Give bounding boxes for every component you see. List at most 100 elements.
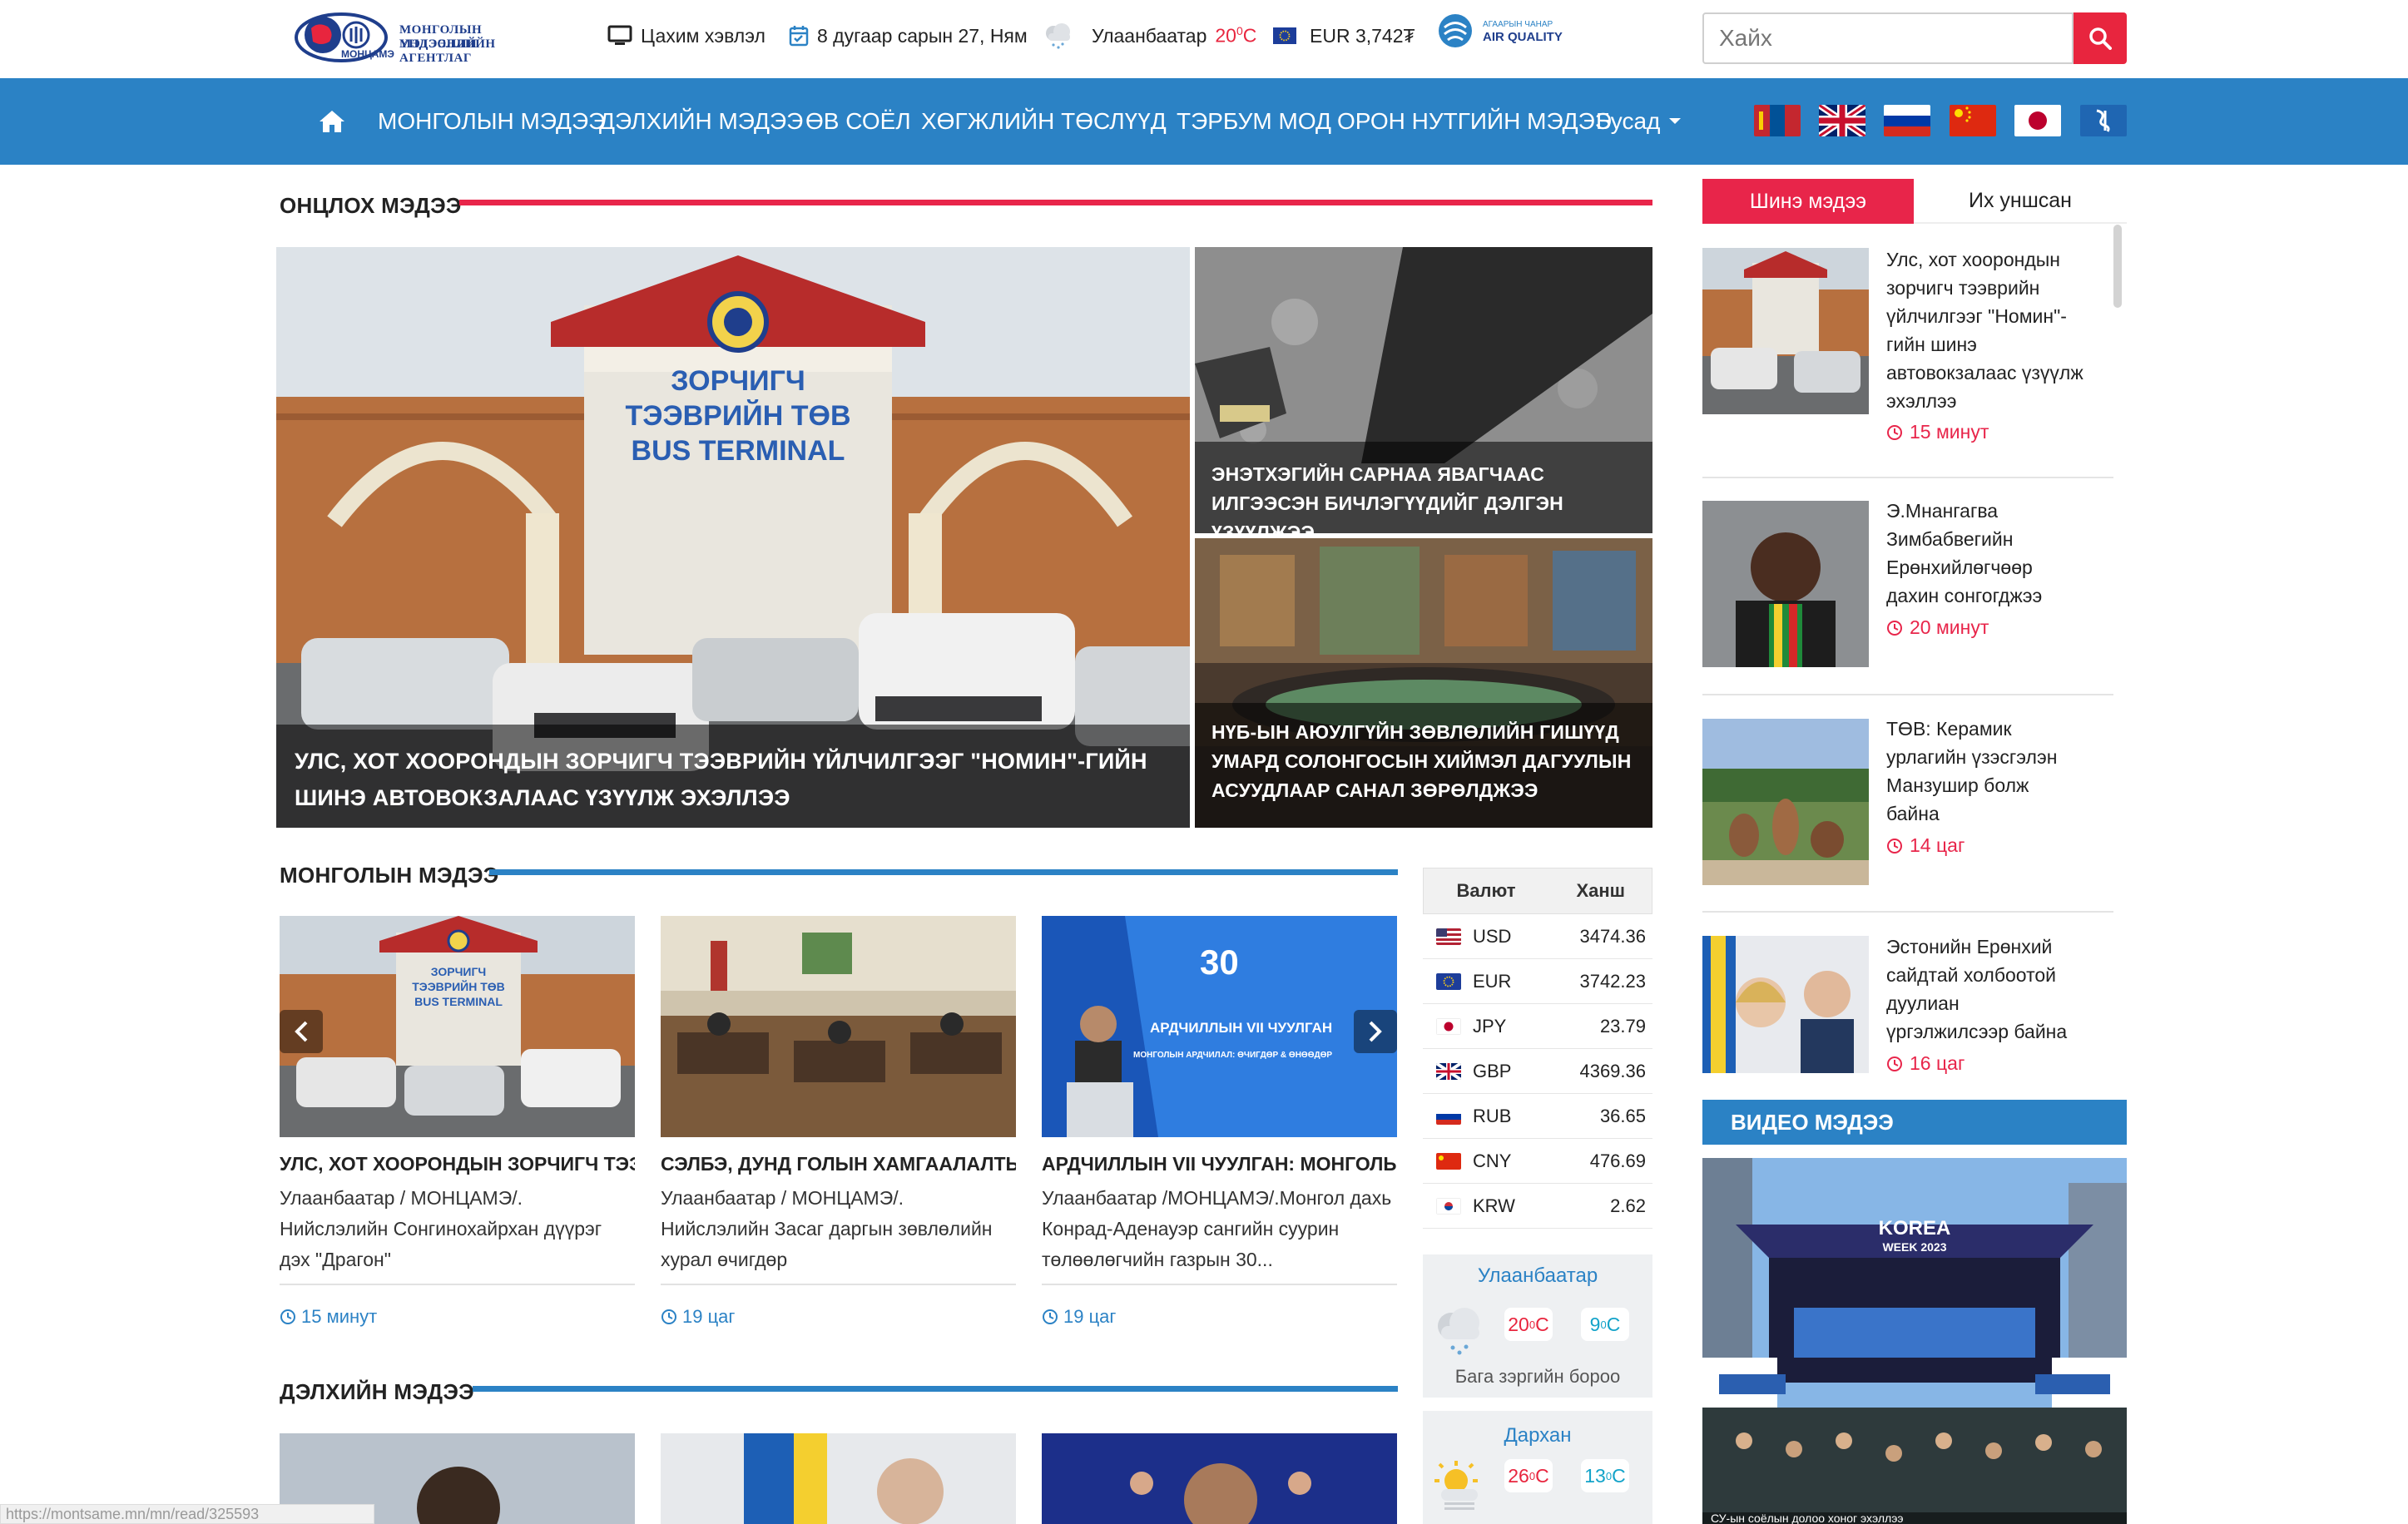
- lang-chinese-flag[interactable]: [1950, 105, 1996, 136]
- news-card-time-label: 19 цаг: [682, 1306, 736, 1327]
- video-news-header[interactable]: ВИДЕО МЭДЭЭ: [1702, 1100, 2127, 1145]
- epaper-link[interactable]: Цахим хэвлэл: [607, 22, 766, 50]
- nav-home[interactable]: [318, 78, 346, 165]
- nav-world-news[interactable]: ДЭЛХИЙН МЭДЭЭ: [599, 78, 803, 165]
- lang-mongol-script-flag[interactable]: [2080, 105, 2127, 136]
- news-card-title[interactable]: УЛС, ХОТ ХООРОНДЫН ЗОРЧИГЧ ТЭЭВРИЙН ҮЙЛЧ…: [280, 1153, 635, 1175]
- nav-local-news[interactable]: ОРОН НУТГИЙН МЭДЭЭ: [1337, 78, 1612, 165]
- nav-development-projects[interactable]: ХӨГЖЛИЙН ТӨСЛҮҮД: [921, 78, 1167, 165]
- democracy-conference-thumbnail: 30 АРДЧИЛЛЫН VII ЧУУЛГАН МОНГОЛЫН АРДЧИЛ…: [1042, 916, 1397, 1137]
- featured-side-caption-2[interactable]: НҮБ-ЫН АЮУЛГҮЙН ЗӨВЛӨЛИЙН ГИШҮҮД УМАРД С…: [1195, 703, 1652, 828]
- currency-rate: 3474.36: [1579, 925, 1646, 947]
- tab-most-read[interactable]: Их уншсан: [1914, 179, 2127, 224]
- news-card-title[interactable]: СЭЛБЭ, ДУНД ГОЛЫН ХАМГААЛАЛТЫН БҮСЭД: [661, 1153, 1016, 1175]
- nav-more-dropdown[interactable]: Бусад: [1596, 78, 1682, 165]
- lang-mongolian-flag[interactable]: [1754, 105, 1801, 136]
- eu-flag-icon: [1436, 972, 1461, 990]
- banner-conference-subtitle: МОНГОЛЫН АРДЧИЛАЛ: ӨЧИГДӨР & ӨНӨӨДӨР: [1133, 1051, 1332, 1060]
- featured-main-story[interactable]: ЗОРЧИГЧ ТЭЭВРИЙН ТӨВ BUS TERMINAL УЛС, Х…: [276, 247, 1190, 828]
- news-card-image[interactable]: ЗОРЧИГЧ ТЭЭВРИЙН ТӨВ BUS TERMINAL: [280, 916, 635, 1137]
- video-news-thumbnail[interactable]: KOREA WEEK 2023 СУ-ын соёлын долоо хоног…: [1702, 1158, 2127, 1524]
- sidebar-item-image[interactable]: [1702, 248, 1869, 414]
- air-quality-sublabel: АГААРЫН ЧАНАР: [1483, 20, 1553, 29]
- header-currency[interactable]: EUR 3,742₮: [1273, 22, 1415, 50]
- news-card-excerpt: Улаанбаатар / МОНЦАМЭ/. Нийслэлийн Засаг…: [661, 1187, 993, 1270]
- bus-terminal-thumbnail: [1702, 248, 1869, 414]
- search-icon: [2089, 27, 2112, 50]
- currency-code: USD: [1473, 925, 1512, 947]
- news-card-divider: [280, 1284, 635, 1285]
- calendar-icon: [789, 26, 809, 47]
- featured-side-caption-1[interactable]: ЭНЭТХЭГИЙН САРНАА ЯВАГЧААС ИЛГЭЭСЭН БИЧЛ…: [1195, 442, 1652, 533]
- search-input[interactable]: [1702, 12, 2074, 64]
- news-card-image[interactable]: 30 АРДЧИЛЛЫН VII ЧУУЛГАН МОНГОЛЫН АРДЧИЛ…: [1042, 916, 1397, 1137]
- clock-icon: [1043, 1309, 1058, 1324]
- weather-card-darkhan: Дархан 26 0 C 13 0 C: [1423, 1411, 1652, 1524]
- currency-code: KRW: [1473, 1195, 1515, 1216]
- currency-code: JPY: [1473, 1015, 1507, 1037]
- world-news-card-image[interactable]: [1042, 1433, 1397, 1524]
- usa-flag-icon: [1436, 928, 1461, 945]
- monitor-icon: [607, 25, 632, 45]
- rate-column-header: Ханш: [1576, 880, 1625, 901]
- search-button[interactable]: [2074, 12, 2127, 64]
- sidebar-item-image[interactable]: [1702, 936, 1869, 1073]
- clock-icon: [1887, 838, 1902, 854]
- nav-billion-trees[interactable]: ТЭРБУМ МОД: [1177, 78, 1331, 165]
- currency-rate: 23.79: [1599, 1015, 1646, 1037]
- sidebar-scrollbar[interactable]: [2113, 225, 2122, 308]
- nav-mongolia-news[interactable]: МОНГОЛЫН МЭДЭЭ: [378, 78, 605, 165]
- caret-down-icon: [1669, 118, 1682, 124]
- featured-main-caption[interactable]: УЛС, ХОТ ХООРОНДЫН ЗОРЧИГЧ ТЭЭВРИЙН ҮЙЛЧ…: [276, 725, 1190, 828]
- world-news-card-image[interactable]: [661, 1433, 1016, 1524]
- thumb-sign-line1: ЗОРЧИГЧ: [431, 965, 487, 978]
- logo-brand: МОНЦАМЭ: [341, 48, 394, 60]
- sidebar-item-time: 14 цаг: [1886, 834, 1965, 857]
- ceramics-exhibition-thumbnail: [1702, 719, 1869, 885]
- video-banner-title: KOREA: [1879, 1217, 1951, 1239]
- featured-section-title: ОНЦЛОХ МЭДЭЭ: [280, 193, 462, 218]
- sidebar-item-title[interactable]: Эстонийн Ерөнхий сайдтай холбоотой дуули…: [1886, 933, 2086, 1046]
- currency-rate: 2.62: [1610, 1195, 1646, 1216]
- home-icon: [320, 111, 344, 132]
- date-label: 8 дугаар сарын 27, Ням: [817, 24, 1028, 47]
- carousel-next-button[interactable]: [1354, 1010, 1397, 1053]
- weather-day-temp: 26 0 C: [1504, 1459, 1553, 1492]
- sidebar-item-image[interactable]: [1702, 501, 1869, 667]
- sidebar-item-time-label: 14 цаг: [1910, 834, 1965, 856]
- lang-english-flag[interactable]: [1819, 105, 1865, 136]
- currency-rates-table: Валют Ханш USD 3474.36 EUR 3742.23 JPY 2…: [1423, 868, 1652, 1229]
- korea-flag-icon: [1436, 1197, 1461, 1215]
- nav-heritage[interactable]: ӨВ СОЁЛ: [805, 78, 911, 165]
- montsame-logo[interactable]: МОНГОЛЫН ҮНДЭСНИЙ МЭДЭЭЛЛИЙН АГЕНТЛАГ МО…: [293, 10, 559, 65]
- carousel-prev-button[interactable]: [280, 1010, 323, 1053]
- featured-side-story-1[interactable]: ЭНЭТХЭГИЙН САРНАА ЯВАГЧААС ИЛГЭЭСЭН БИЧЛ…: [1195, 247, 1652, 533]
- header-weather[interactable]: Улаанбаатар 200C: [1042, 22, 1256, 50]
- featured-side-story-2[interactable]: НҮБ-ЫН АЮУЛГҮЙН ЗӨВЛӨЛИЙН ГИШҮҮД УМАРД С…: [1195, 538, 1652, 828]
- header-weather-city: Улаанбаатар: [1092, 24, 1207, 47]
- news-card-title[interactable]: АРДЧИЛЛЫН VII ЧУУЛГАН: МОНГОЛЫН АРДЧИЛАЛ: [1042, 1153, 1397, 1175]
- news-card-image[interactable]: [661, 916, 1016, 1137]
- air-quality-link[interactable]: АГААРЫН ЧАНАР AIR QUALITY: [1436, 14, 1563, 47]
- sidebar-item-title[interactable]: ТӨВ: Керамик урлагийн үзэсгэлэн Манзушир…: [1886, 715, 2086, 828]
- clock-icon: [661, 1309, 676, 1324]
- rain-cloud-icon: [1438, 1308, 1479, 1355]
- news-card-time: 15 минут: [280, 1306, 377, 1328]
- sidebar-item-title[interactable]: Улс, хот хоорондын зорчигч тээврийн үйлч…: [1886, 245, 2086, 415]
- weather-description: Бага зэргийн бороо: [1454, 1366, 1621, 1387]
- sidebar-item-title[interactable]: Э.Мнангагва Зимбабвегийн Ерөнхийлөгчөөр …: [1886, 497, 2086, 610]
- currency-row-krw: KRW 2.62: [1423, 1184, 1652, 1229]
- thumb-sign-line3: BUS TERMINAL: [414, 995, 503, 1008]
- air-quality-icon: [1439, 14, 1472, 47]
- tab-latest-news[interactable]: Шинэ мэдээ: [1702, 179, 1914, 224]
- sidebar-item-time-label: 15 минут: [1910, 421, 1989, 443]
- sidebar-item-time-label: 20 минут: [1910, 616, 1989, 638]
- lang-russian-flag[interactable]: [1884, 105, 1930, 136]
- council-meeting-thumbnail: [661, 916, 1016, 1137]
- weather-day-temp: 20 0 C: [1504, 1308, 1553, 1341]
- lang-japanese-flag[interactable]: [2014, 105, 2061, 136]
- weather-city: Улаанбаатар: [1477, 1264, 1598, 1287]
- sidebar-item-image[interactable]: [1702, 719, 1869, 885]
- clock-icon: [280, 1309, 295, 1324]
- currency-code: RUB: [1473, 1105, 1512, 1126]
